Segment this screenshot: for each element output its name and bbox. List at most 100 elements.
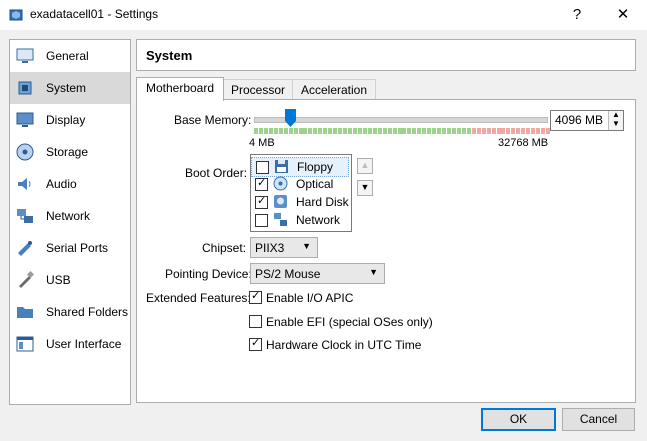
slider-tick [492,128,496,134]
slider-tick [452,128,456,134]
sidebar-item-general[interactable]: General [10,40,130,72]
window-title: exadatacell01 - Settings [30,7,159,21]
io-apic-checkbox[interactable] [249,289,262,304]
optical-disc-icon [273,176,288,191]
sidebar-item-display[interactable]: Display [10,104,130,136]
feature-efi[interactable]: Enable EFI (special OSes only) [249,314,449,330]
slider-tick [284,128,288,134]
utc-clock-checkbox[interactable] [249,336,262,351]
slider-tick [526,128,530,134]
section-header: System [136,39,636,71]
sidebar-item-storage[interactable]: Storage [10,136,130,168]
slider-tick [472,128,476,134]
slider-tick [487,128,491,134]
help-button[interactable]: ? [565,4,589,26]
tab-motherboard[interactable]: Motherboard [136,77,224,101]
hard-disk-icon [274,195,287,208]
chipset-select[interactable]: PIIX3 ▼ [250,237,318,258]
slider-tick [536,128,540,134]
slider-tick [318,128,322,134]
slider-tick [511,128,515,134]
memory-slider-handle[interactable] [285,109,296,127]
slider-tick [254,128,258,134]
tab-acceleration[interactable]: Acceleration [292,79,376,100]
slider-tick [353,128,357,134]
boot-network-checkbox[interactable] [255,214,268,227]
chevron-down-icon: ▼ [302,241,311,251]
memory-max-label: 32768 MB [498,137,549,149]
slider-tick [378,128,382,134]
close-button[interactable]: ✕ [611,4,635,26]
boot-optical-checkbox[interactable] [255,176,268,191]
cancel-button[interactable]: Cancel [562,408,635,431]
slider-tick [269,128,273,134]
base-memory-spinbox[interactable]: 4096 MB ▲ ▼ [550,110,624,131]
slider-tick [358,128,362,134]
slider-tick [521,128,525,134]
slider-tick [274,128,278,134]
general-icon [16,48,34,63]
slider-tick [407,128,411,134]
move-down-button[interactable]: ▼ [357,180,373,196]
boot-order-list[interactable]: Floppy Optical Hard Disk Network [250,154,352,232]
slider-tick [516,128,520,134]
page-title: System [146,48,193,63]
slider-tick [343,128,347,134]
boot-hard-disk-checkbox[interactable] [255,194,268,209]
slider-tick [348,128,352,134]
boot-item-network[interactable]: Network [251,211,349,229]
slider-tick [506,128,510,134]
user-interface-icon [16,336,34,352]
slider-tick [303,128,307,134]
slider-tick [328,128,332,134]
slider-tick [432,128,436,134]
boot-order-label: Boot Order: [185,166,248,180]
boot-item-floppy[interactable]: Floppy [251,157,349,177]
pointing-device-label: Pointing Device: [165,267,252,281]
slider-tick [427,128,431,134]
boot-item-hard-disk[interactable]: Hard Disk [251,193,349,211]
virtualbox-icon [9,9,23,21]
ok-button[interactable]: OK [481,408,556,431]
slider-tick [457,128,461,134]
feature-utc-clock[interactable]: Hardware Clock in UTC Time [249,336,449,353]
tab-processor[interactable]: Processor [223,79,293,100]
slider-tick [482,128,486,134]
memory-min-label: 4 MB [249,137,275,149]
feature-io-apic[interactable]: Enable I/O APIC [249,289,449,306]
slider-tick [313,128,317,134]
slider-tick [323,128,327,134]
slider-tick [308,128,312,134]
slider-tick [412,128,416,134]
efi-checkbox[interactable] [249,315,262,328]
spin-down-icon[interactable]: ▼ [612,119,620,128]
boot-floppy-checkbox[interactable] [256,161,269,174]
slider-tick [264,128,268,134]
sidebar-item-system[interactable]: System [10,72,130,104]
sidebar-item-audio[interactable]: Audio [10,168,130,200]
pointing-device-select[interactable]: PS/2 Mouse ▼ [250,263,385,284]
memory-slider-track[interactable] [254,117,548,123]
memory-slider-scale [254,128,550,136]
slider-tick [289,128,293,134]
boot-item-optical[interactable]: Optical [251,175,349,193]
slider-tick [279,128,283,134]
slider-tick [363,128,367,134]
sidebar-item-serial-ports[interactable]: Serial Ports [10,232,130,264]
sidebar-item-usb[interactable]: USB [10,264,130,296]
sidebar-item-shared-folders[interactable]: Shared Folders [10,296,130,328]
sidebar-item-user-interface[interactable]: User Interface [10,328,130,360]
system-icon [18,81,32,95]
display-icon [16,112,34,127]
slider-tick [447,128,451,134]
network-icon [274,213,287,226]
slider-tick [402,128,406,134]
network-icon [17,209,33,223]
title-bar: exadatacell01 - Settings ? ✕ [0,0,647,30]
spin-up-icon[interactable]: ▲ [612,110,620,119]
sidebar-item-network[interactable]: Network [10,200,130,232]
spin-arrows[interactable]: ▲ ▼ [608,110,623,130]
usb-icon [19,270,35,288]
slider-tick [338,128,342,134]
move-up-button[interactable]: ▲ [357,158,373,174]
